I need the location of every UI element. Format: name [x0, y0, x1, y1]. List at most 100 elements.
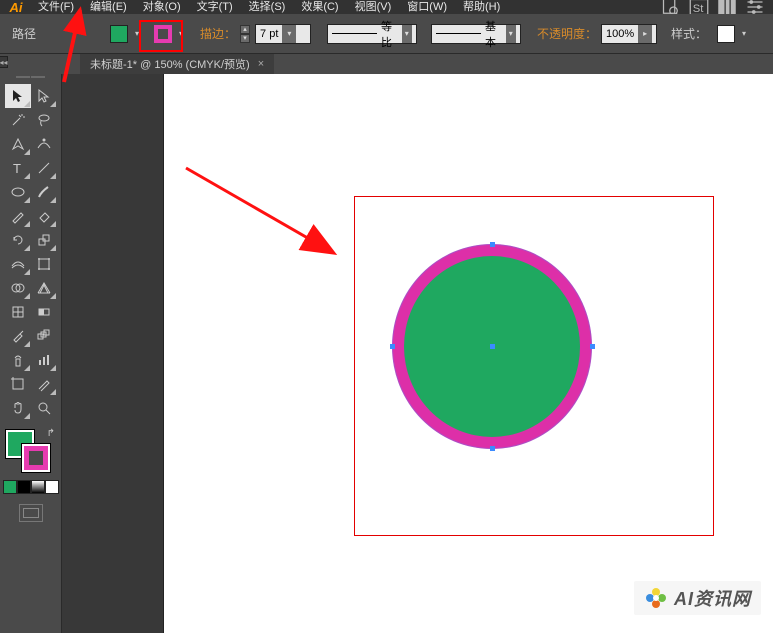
stroke-dropdown[interactable]: ▾ [176, 25, 186, 43]
menu-select[interactable]: 选择(S) [241, 0, 294, 14]
symbol-sprayer-tool[interactable] [5, 348, 31, 372]
scale-tool[interactable] [31, 228, 57, 252]
style-drop[interactable]: ▾ [739, 25, 749, 43]
app-logo: Ai [2, 0, 30, 14]
toolbox-panel: T [0, 74, 62, 633]
settings-icon[interactable] [745, 0, 765, 14]
blend-tool[interactable] [31, 324, 57, 348]
flower-icon [644, 586, 668, 610]
opacity-field[interactable]: 100% ▸ [601, 24, 657, 44]
color-mode-row [0, 480, 61, 494]
stroke-weight-field[interactable]: 7 pt ▾ [255, 24, 311, 44]
svg-text:T: T [13, 161, 21, 176]
profile-label: 等比 [381, 18, 398, 50]
menu-effect[interactable]: 效果(C) [293, 0, 346, 14]
brush-preview-icon [436, 33, 481, 34]
search-doc-icon[interactable] [661, 0, 681, 14]
document-tab-title: 未标题-1* @ 150% (CMYK/预览) [90, 56, 250, 72]
line-preview-icon [332, 33, 377, 34]
menu-bar: Ai 文件(F) 编辑(E) 对象(O) 文字(T) 选择(S) 效果(C) 视… [0, 0, 773, 14]
sel-center-point[interactable] [490, 344, 495, 349]
color-mini-1[interactable] [3, 480, 17, 494]
lasso-tool[interactable] [31, 108, 57, 132]
style-label: 样式： [671, 25, 707, 42]
brush-label: 基本 [485, 18, 502, 50]
menu-edit[interactable]: 编辑(E) [82, 0, 135, 14]
color-mini-2[interactable] [17, 480, 31, 494]
fill-stroke-block: ↱ [0, 428, 61, 476]
tool-grid: T [0, 84, 61, 420]
main-area: T [0, 74, 773, 633]
paintbrush-tool[interactable] [31, 180, 57, 204]
brush-drop[interactable]: ▾ [506, 25, 517, 43]
stock-icon[interactable]: St [689, 0, 709, 14]
control-bar: 路径 ▾ ▾ 描边： ▴▾ 7 pt ▾ 等比 ▾ 基本 ▾ 不透明度： 100… [0, 14, 773, 54]
free-transform-tool[interactable] [31, 252, 57, 276]
menu-type[interactable]: 文字(T) [189, 0, 241, 14]
watermark: AI资讯网 [634, 581, 761, 615]
canvas-area[interactable]: AI资讯网 [164, 74, 773, 633]
stroke-swatch[interactable] [154, 25, 172, 43]
sel-handle-s[interactable] [490, 446, 495, 451]
screen-mode-row [0, 504, 61, 522]
opacity-value: 100% [606, 28, 634, 40]
fill-dropdown[interactable]: ▾ [132, 25, 142, 43]
menu-object[interactable]: 对象(O) [135, 0, 189, 14]
perspective-grid-tool[interactable] [31, 276, 57, 300]
magic-wand-tool[interactable] [5, 108, 31, 132]
stroke-weight-value: 7 pt [260, 28, 278, 40]
profile-drop[interactable]: ▾ [402, 25, 413, 43]
rotate-tool[interactable] [5, 228, 31, 252]
style-swatch[interactable] [717, 25, 735, 43]
mesh-tool[interactable] [5, 300, 31, 324]
selection-tool[interactable] [5, 84, 31, 108]
swap-fill-stroke-icon[interactable]: ↱ [47, 428, 55, 439]
document-tab[interactable]: 未标题-1* @ 150% (CMYK/预览) × [80, 54, 274, 74]
menu-file[interactable]: 文件(F) [30, 0, 82, 14]
selection-type-label: 路径 [12, 25, 36, 42]
opacity-label: 不透明度： [537, 25, 597, 42]
menu-view[interactable]: 视图(V) [347, 0, 400, 14]
color-mini-4[interactable] [45, 480, 59, 494]
pen-tool[interactable] [5, 132, 31, 156]
watermark-text: AI资讯网 [674, 585, 751, 611]
brush-select[interactable]: 基本 ▾ [431, 24, 521, 44]
stroke-weight-drop[interactable]: ▾ [282, 25, 296, 43]
hand-tool[interactable] [5, 396, 31, 420]
sel-handle-e[interactable] [590, 344, 595, 349]
eraser-tool[interactable] [31, 204, 57, 228]
document-tab-bar: 未标题-1* @ 150% (CMYK/预览) × [0, 54, 773, 74]
ellipse-tool[interactable] [5, 180, 31, 204]
line-tool[interactable] [31, 156, 57, 180]
arrange-icon[interactable] [717, 0, 737, 14]
width-tool[interactable] [5, 252, 31, 276]
zoom-tool[interactable] [31, 396, 57, 420]
width-profile-select[interactable]: 等比 ▾ [327, 24, 417, 44]
opacity-drop[interactable]: ▸ [638, 25, 652, 43]
annotation-arrow-main [182, 162, 342, 272]
gradient-tool[interactable] [31, 300, 57, 324]
shape-builder-tool[interactable] [5, 276, 31, 300]
close-tab-icon[interactable]: × [258, 58, 264, 70]
pencil-tool[interactable] [5, 204, 31, 228]
stroke-color-box[interactable] [22, 444, 50, 472]
menu-help[interactable]: 帮助(H) [455, 0, 508, 14]
column-graph-tool[interactable] [31, 348, 57, 372]
type-tool[interactable]: T [5, 156, 31, 180]
curvature-tool[interactable] [31, 132, 57, 156]
sel-handle-n[interactable] [490, 242, 495, 247]
left-panel-column [62, 74, 164, 633]
panel-collapse-tab[interactable]: ◂◂ [0, 56, 8, 68]
direct-selection-tool[interactable] [31, 84, 57, 108]
sel-handle-w[interactable] [390, 344, 395, 349]
artboard-tool[interactable] [5, 372, 31, 396]
menubar-right: St [661, 0, 773, 14]
color-mini-3[interactable] [31, 480, 45, 494]
fill-swatch[interactable] [110, 25, 128, 43]
stroke-weight-spinner[interactable]: ▴▾ [240, 25, 250, 43]
toolbox-grip[interactable] [0, 76, 61, 82]
screen-mode-button[interactable] [19, 504, 43, 522]
eyedropper-tool[interactable] [5, 324, 31, 348]
menu-window[interactable]: 窗口(W) [399, 0, 455, 14]
slice-tool[interactable] [31, 372, 57, 396]
